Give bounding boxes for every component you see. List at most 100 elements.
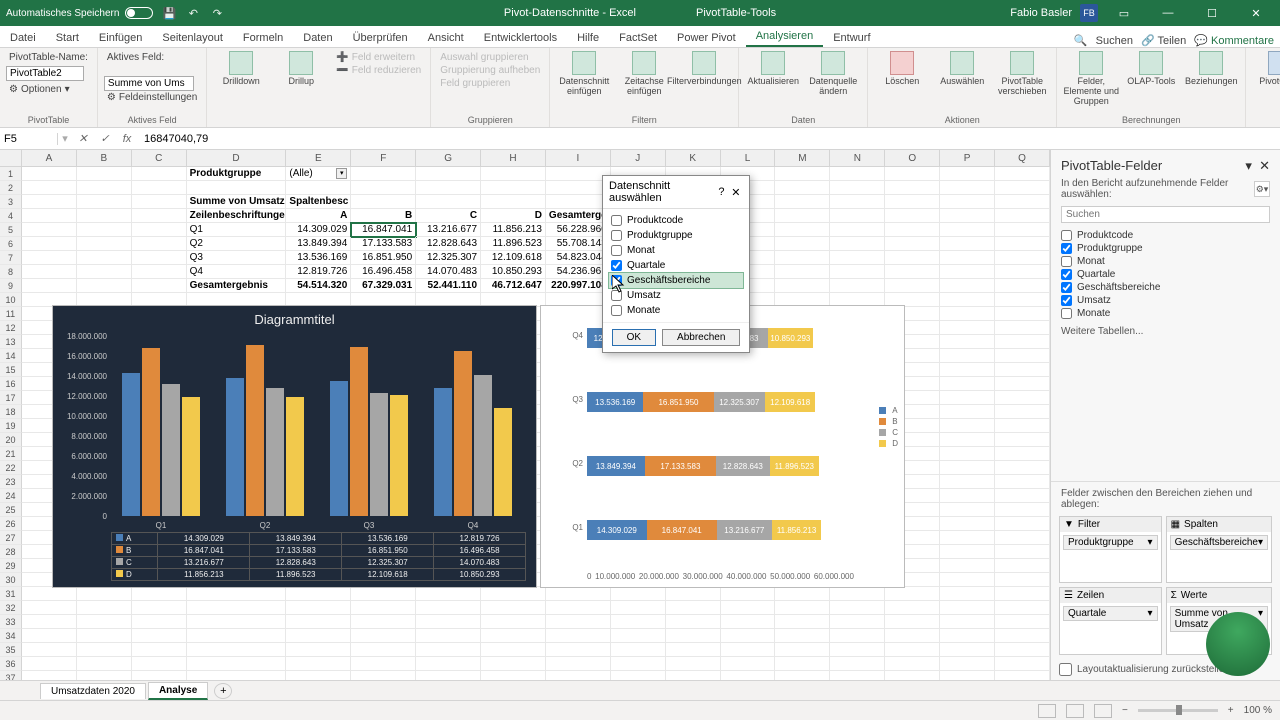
zoom-slider[interactable] — [1138, 709, 1218, 712]
tab-ueberpruefen[interactable]: Überprüfen — [343, 29, 418, 47]
filter-area[interactable]: ▼Filter Produktgruppe▾ — [1059, 516, 1162, 584]
defer-layout-checkbox[interactable] — [1059, 663, 1072, 676]
tab-ansicht[interactable]: Ansicht — [418, 29, 474, 47]
normal-view-icon[interactable] — [1038, 704, 1056, 718]
relationships-button[interactable]: Beziehungen — [1183, 51, 1239, 87]
tab-powerpivot[interactable]: Power Pivot — [667, 29, 746, 47]
autosave-toggle[interactable]: Automatisches Speichern — [6, 7, 153, 19]
tab-hilfe[interactable]: Hilfe — [567, 29, 609, 47]
pivotchart-button[interactable]: PivotChart — [1252, 51, 1280, 87]
field-checkbox[interactable]: Produktgruppe — [1061, 242, 1270, 255]
refresh-button[interactable]: Aktualisieren — [745, 51, 801, 87]
change-datasource-button[interactable]: Datenquelle ändern — [805, 51, 861, 97]
more-tables-link[interactable]: Weitere Tabellen... — [1051, 322, 1280, 341]
col-header[interactable]: H — [481, 150, 546, 166]
dialog-ok-button[interactable]: OK — [612, 329, 656, 346]
col-header[interactable]: A — [22, 150, 77, 166]
olap-tools-button[interactable]: OLAP-Tools — [1123, 51, 1179, 87]
slicer-field-option[interactable]: Produktcode — [609, 213, 743, 228]
col-header[interactable]: D — [187, 150, 287, 166]
sheet-tab-analyse[interactable]: Analyse — [148, 682, 208, 700]
formula-input[interactable]: 16847040,79 — [138, 133, 1280, 145]
tab-start[interactable]: Start — [46, 29, 89, 47]
field-checkbox[interactable]: Umsatz — [1061, 294, 1270, 307]
field-checkbox[interactable]: Quartale — [1061, 268, 1270, 281]
pivot-chart-bars[interactable]: Diagrammtitel 02.000.0004.000.0006.000.0… — [52, 305, 537, 588]
tab-einfuegen[interactable]: Einfügen — [89, 29, 152, 47]
rows-pill[interactable]: Quartale▾ — [1063, 606, 1158, 621]
slicer-field-option[interactable]: Umsatz — [609, 288, 743, 303]
ungroup-button[interactable]: Gruppierung aufheben — [437, 64, 543, 77]
slicer-field-option[interactable]: Produktgruppe — [609, 228, 743, 243]
group-selection-button[interactable]: Auswahl gruppieren — [437, 51, 543, 64]
zoom-out-icon[interactable]: − — [1122, 705, 1128, 716]
expand-field-button[interactable]: ➕ Feld erweitern — [333, 51, 424, 64]
select-all-corner[interactable] — [0, 150, 22, 166]
namebox-dropdown-icon[interactable]: ▾ — [58, 132, 72, 145]
col-header[interactable]: G — [416, 150, 481, 166]
ribbon-display-icon[interactable]: ▭ — [1106, 0, 1142, 26]
collapse-field-button[interactable]: ➖ Feld reduzieren — [333, 64, 424, 77]
field-checkbox[interactable]: Monate — [1061, 307, 1270, 320]
fx-icon[interactable]: fx — [116, 133, 138, 145]
user-avatar[interactable]: FB — [1080, 4, 1098, 22]
col-header[interactable]: E — [286, 150, 351, 166]
slicer-field-option[interactable]: Monat — [609, 243, 743, 258]
dialog-close-icon[interactable]: ✕ — [729, 186, 743, 199]
col-header[interactable]: M — [775, 150, 830, 166]
fieldpane-search-input[interactable] — [1061, 206, 1270, 223]
rows-area[interactable]: ☰Zeilen Quartale▾ — [1059, 587, 1162, 655]
move-pivottable-button[interactable]: PivotTable verschieben — [994, 51, 1050, 97]
drilldown-button[interactable]: Drilldown — [213, 51, 269, 87]
comments-button[interactable]: 💬 Kommentare — [1194, 34, 1274, 47]
save-icon[interactable]: 💾 — [161, 5, 177, 21]
cancel-formula-icon[interactable]: ✕ — [72, 132, 94, 145]
page-layout-view-icon[interactable] — [1066, 704, 1084, 718]
zoom-in-icon[interactable]: + — [1228, 705, 1234, 716]
name-box[interactable]: F5 — [0, 133, 58, 145]
fieldpane-close-icon[interactable]: ✕ — [1259, 158, 1270, 173]
field-settings-button[interactable]: ⚙ Feldeinstellungen — [104, 91, 200, 104]
dialog-cancel-button[interactable]: Abbrechen — [662, 329, 740, 346]
tab-factset[interactable]: FactSet — [609, 29, 667, 47]
close-icon[interactable]: ✕ — [1238, 0, 1274, 26]
undo-icon[interactable]: ↶ — [185, 5, 201, 21]
col-header[interactable]: C — [132, 150, 187, 166]
options-button[interactable]: ⚙ Optionen ▾ — [6, 83, 91, 96]
drillup-button[interactable]: Drillup — [273, 51, 329, 87]
columns-pill[interactable]: Geschäftsbereiche▾ — [1170, 535, 1268, 550]
col-header[interactable]: L — [721, 150, 776, 166]
field-checkbox[interactable]: Produktcode — [1061, 229, 1270, 242]
insert-slicer-button[interactable]: Datenschnitt einfügen — [556, 51, 612, 97]
zoom-level[interactable]: 100 % — [1244, 705, 1272, 716]
fieldpane-dropdown-icon[interactable]: ▾ — [1245, 158, 1252, 173]
field-checkbox[interactable]: Geschäftsbereiche — [1061, 281, 1270, 294]
redo-icon[interactable]: ↷ — [209, 5, 225, 21]
tab-formeln[interactable]: Formeln — [233, 29, 293, 47]
tab-daten[interactable]: Daten — [293, 29, 342, 47]
search-hint[interactable]: Suchen — [1096, 35, 1133, 47]
share-button[interactable]: 🔗 Teilen — [1141, 34, 1186, 47]
dialog-help-icon[interactable]: ? — [714, 186, 728, 198]
slicer-field-option[interactable]: Quartale — [609, 258, 743, 273]
col-header[interactable]: J — [611, 150, 666, 166]
col-header[interactable]: F — [351, 150, 416, 166]
columns-area[interactable]: ▦Spalten Geschäftsbereiche▾ — [1166, 516, 1272, 584]
tab-datei[interactable]: Datei — [0, 29, 46, 47]
user-name[interactable]: Fabio Basler — [1010, 7, 1072, 19]
new-sheet-button[interactable]: + — [214, 683, 232, 699]
group-field-button[interactable]: Feld gruppieren — [437, 77, 543, 90]
tab-analysieren[interactable]: Analysieren — [746, 27, 823, 47]
col-header[interactable]: B — [77, 150, 132, 166]
clear-button[interactable]: Löschen — [874, 51, 930, 87]
page-break-view-icon[interactable] — [1094, 704, 1112, 718]
slicer-field-option[interactable]: Geschäftsbereiche — [609, 273, 743, 288]
tab-seitenlayout[interactable]: Seitenlayout — [152, 29, 233, 47]
fieldpane-gear-icon[interactable]: ⚙▾ — [1254, 181, 1270, 197]
tab-entwicklertools[interactable]: Entwicklertools — [474, 29, 567, 47]
select-button[interactable]: Auswählen — [934, 51, 990, 87]
active-field-input[interactable] — [104, 76, 194, 91]
col-header[interactable]: K — [666, 150, 721, 166]
col-header[interactable]: Q — [995, 150, 1050, 166]
col-header[interactable]: I — [546, 150, 611, 166]
